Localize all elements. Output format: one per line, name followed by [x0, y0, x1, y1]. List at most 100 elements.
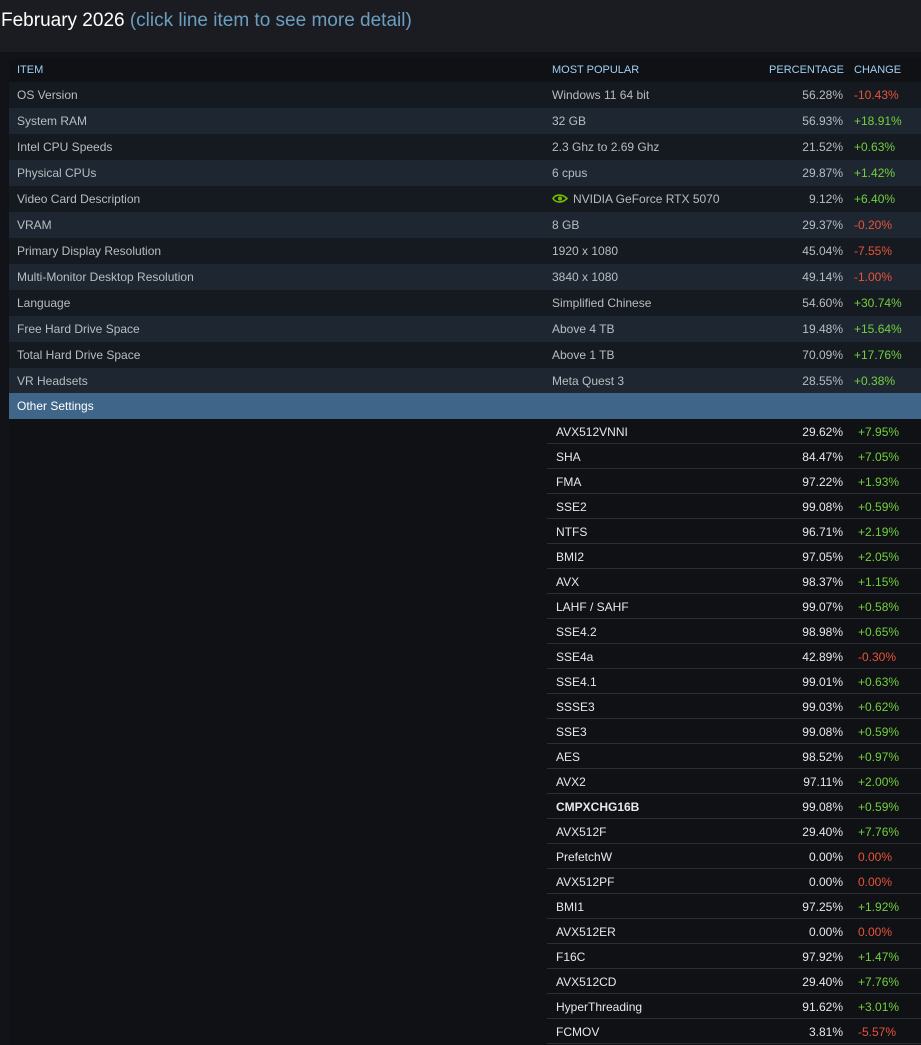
- setting-percentage: 97.11%: [803, 775, 843, 789]
- title-bar: February 2026 (click line item to see mo…: [0, 0, 921, 52]
- row-percentage: 21.52%: [802, 140, 843, 154]
- setting-change: +0.62%: [858, 700, 900, 714]
- setting-percentage: 99.01%: [802, 675, 843, 689]
- column-header-item: ITEM: [17, 64, 44, 76]
- setting-name: SSE4.2: [556, 625, 597, 639]
- setting-percentage: 99.03%: [802, 700, 843, 714]
- table-row[interactable]: Intel CPU Speeds 2.3 Ghz to 2.69 Ghz 21.52…: [9, 134, 921, 160]
- list-item: AVX512ER 0.00% 0.00%: [547, 919, 921, 944]
- list-item: AVX 98.37% +1.15%: [547, 569, 921, 594]
- setting-name: AES: [556, 750, 581, 764]
- setting-change: 0.00%: [858, 925, 893, 939]
- list-item: FCMOV 3.81% -5.57%: [547, 1019, 921, 1044]
- list-item: HyperThreading 91.62% +3.01%: [547, 994, 921, 1019]
- hardware-survey-page: February 2026 (click line item to see mo…: [0, 0, 921, 1045]
- row-change: -1.00%: [854, 270, 893, 284]
- setting-change: +2.00%: [858, 775, 900, 789]
- setting-change: +0.59%: [858, 800, 900, 814]
- table-row[interactable]: Multi-Monitor Desktop Resolution 3840 x 1…: [9, 264, 921, 290]
- nvidia-logo-icon: [552, 194, 568, 204]
- setting-name: SSSE3: [556, 700, 595, 714]
- other-settings-row[interactable]: Other Settings: [9, 393, 921, 419]
- row-percentage: 70.09%: [802, 348, 843, 362]
- table-row[interactable]: System RAM 32 GB 56.93% +18.91%: [9, 108, 921, 134]
- row-change: +0.38%: [854, 374, 896, 388]
- row-most-popular: NVIDIA GeForce RTX 5070: [552, 186, 720, 212]
- setting-change: +0.97%: [858, 750, 900, 764]
- setting-change: +2.05%: [858, 550, 900, 564]
- setting-name: BMI2: [556, 550, 585, 564]
- setting-change: +0.65%: [858, 625, 900, 639]
- setting-percentage: 97.22%: [802, 475, 843, 489]
- row-most-popular: 32 GB: [552, 108, 586, 134]
- row-percentage: 29.37%: [802, 218, 843, 232]
- row-change: +30.74%: [854, 296, 902, 310]
- row-item-label: System RAM: [17, 114, 88, 128]
- setting-name: AVX512VNNI: [556, 425, 628, 439]
- row-item-label: OS Version: [17, 88, 78, 102]
- setting-change: +2.19%: [858, 525, 900, 539]
- setting-change: +0.63%: [858, 675, 900, 689]
- list-item: SSE3 99.08% +0.59%: [547, 719, 921, 744]
- setting-name: FCMOV: [556, 1025, 600, 1039]
- row-most-popular-value: 6 cpus: [552, 166, 588, 180]
- list-item: F16C 97.92% +1.47%: [547, 944, 921, 969]
- setting-name: SSE2: [556, 500, 587, 514]
- setting-percentage: 3.81%: [808, 1025, 843, 1039]
- setting-change: +1.93%: [858, 475, 900, 489]
- table-row[interactable]: Language Simplified Chinese 54.60% +30.74%: [9, 290, 921, 316]
- setting-name: AVX512CD: [556, 975, 617, 989]
- list-item: CMPXCHG16B 99.08% +0.59%: [547, 794, 921, 819]
- setting-percentage: 29.62%: [802, 425, 843, 439]
- row-percentage: 54.60%: [802, 296, 843, 310]
- setting-percentage: 84.47%: [802, 450, 843, 464]
- row-percentage: 49.14%: [802, 270, 843, 284]
- setting-percentage: 91.62%: [802, 1000, 843, 1014]
- row-change: +1.42%: [854, 166, 896, 180]
- list-item: SSE4a 42.89% -0.30%: [547, 644, 921, 669]
- table-row[interactable]: Physical CPUs 6 cpus 29.87% +1.42%: [9, 160, 921, 186]
- column-header-change: CHANGE: [854, 64, 902, 76]
- row-item-label: VR Headsets: [17, 374, 88, 388]
- row-most-popular-value: 8 GB: [552, 218, 580, 232]
- setting-percentage: 98.52%: [802, 750, 843, 764]
- table-row[interactable]: Total Hard Drive Space Above 1 TB 70.09% +1…: [9, 342, 921, 368]
- row-most-popular: 1920 x 1080: [552, 238, 618, 264]
- row-most-popular-value: 3840 x 1080: [552, 270, 619, 284]
- row-item-label: Total Hard Drive Space: [17, 348, 141, 362]
- list-item: SSE2 99.08% +0.59%: [547, 494, 921, 519]
- row-most-popular: Windows 11 64 bit: [552, 82, 649, 108]
- setting-change: +0.58%: [858, 600, 900, 614]
- row-most-popular: 6 cpus: [552, 160, 587, 186]
- table-row[interactable]: OS Version Windows 11 64 bit 56.28% -10.43%: [9, 82, 921, 108]
- setting-percentage: 99.08%: [802, 800, 843, 814]
- setting-name: CMPXCHG16B: [556, 800, 640, 814]
- list-item: BMI1 97.25% +1.92%: [547, 894, 921, 919]
- row-percentage: 29.87%: [802, 166, 843, 180]
- setting-percentage: 99.08%: [802, 500, 843, 514]
- row-most-popular-value: 2.3 Ghz to 2.69 Ghz: [552, 140, 660, 154]
- setting-change: -5.57%: [858, 1025, 897, 1039]
- setting-name: SSE3: [556, 725, 587, 739]
- setting-percentage: 29.40%: [802, 825, 843, 839]
- row-most-popular-value: Simplified Chinese: [552, 296, 652, 310]
- row-item-label: VRAM: [17, 218, 52, 232]
- table-row[interactable]: VRAM 8 GB 29.37% -0.20%: [9, 212, 921, 238]
- row-most-popular-value: NVIDIA GeForce RTX 5070: [573, 192, 720, 206]
- setting-change: +7.76%: [858, 825, 900, 839]
- table-row[interactable]: Video Card Description NVIDIA GeForce RTX…: [9, 186, 921, 212]
- list-item: SSE4.1 99.01% +0.63%: [547, 669, 921, 694]
- setting-percentage: 97.25%: [802, 900, 843, 914]
- row-most-popular-value: 32 GB: [552, 114, 587, 128]
- list-item: SHA 84.47% +7.05%: [547, 444, 921, 469]
- list-item: NTFS 96.71% +2.19%: [547, 519, 921, 544]
- table-row[interactable]: VR Headsets Meta Quest 3 28.55% +0.38%: [9, 368, 921, 394]
- row-item-label: Free Hard Drive Space: [17, 322, 140, 336]
- other-settings-label: Other Settings: [17, 399, 94, 413]
- list-item: FMA 97.22% +1.93%: [547, 469, 921, 494]
- setting-change: +7.76%: [858, 975, 900, 989]
- setting-percentage: 97.05%: [802, 550, 843, 564]
- table-row[interactable]: Free Hard Drive Space Above 4 TB 19.48% +15…: [9, 316, 921, 342]
- table-row[interactable]: Primary Display Resolution 1920 x 1080 45.…: [9, 238, 921, 264]
- row-most-popular: 8 GB: [552, 212, 579, 238]
